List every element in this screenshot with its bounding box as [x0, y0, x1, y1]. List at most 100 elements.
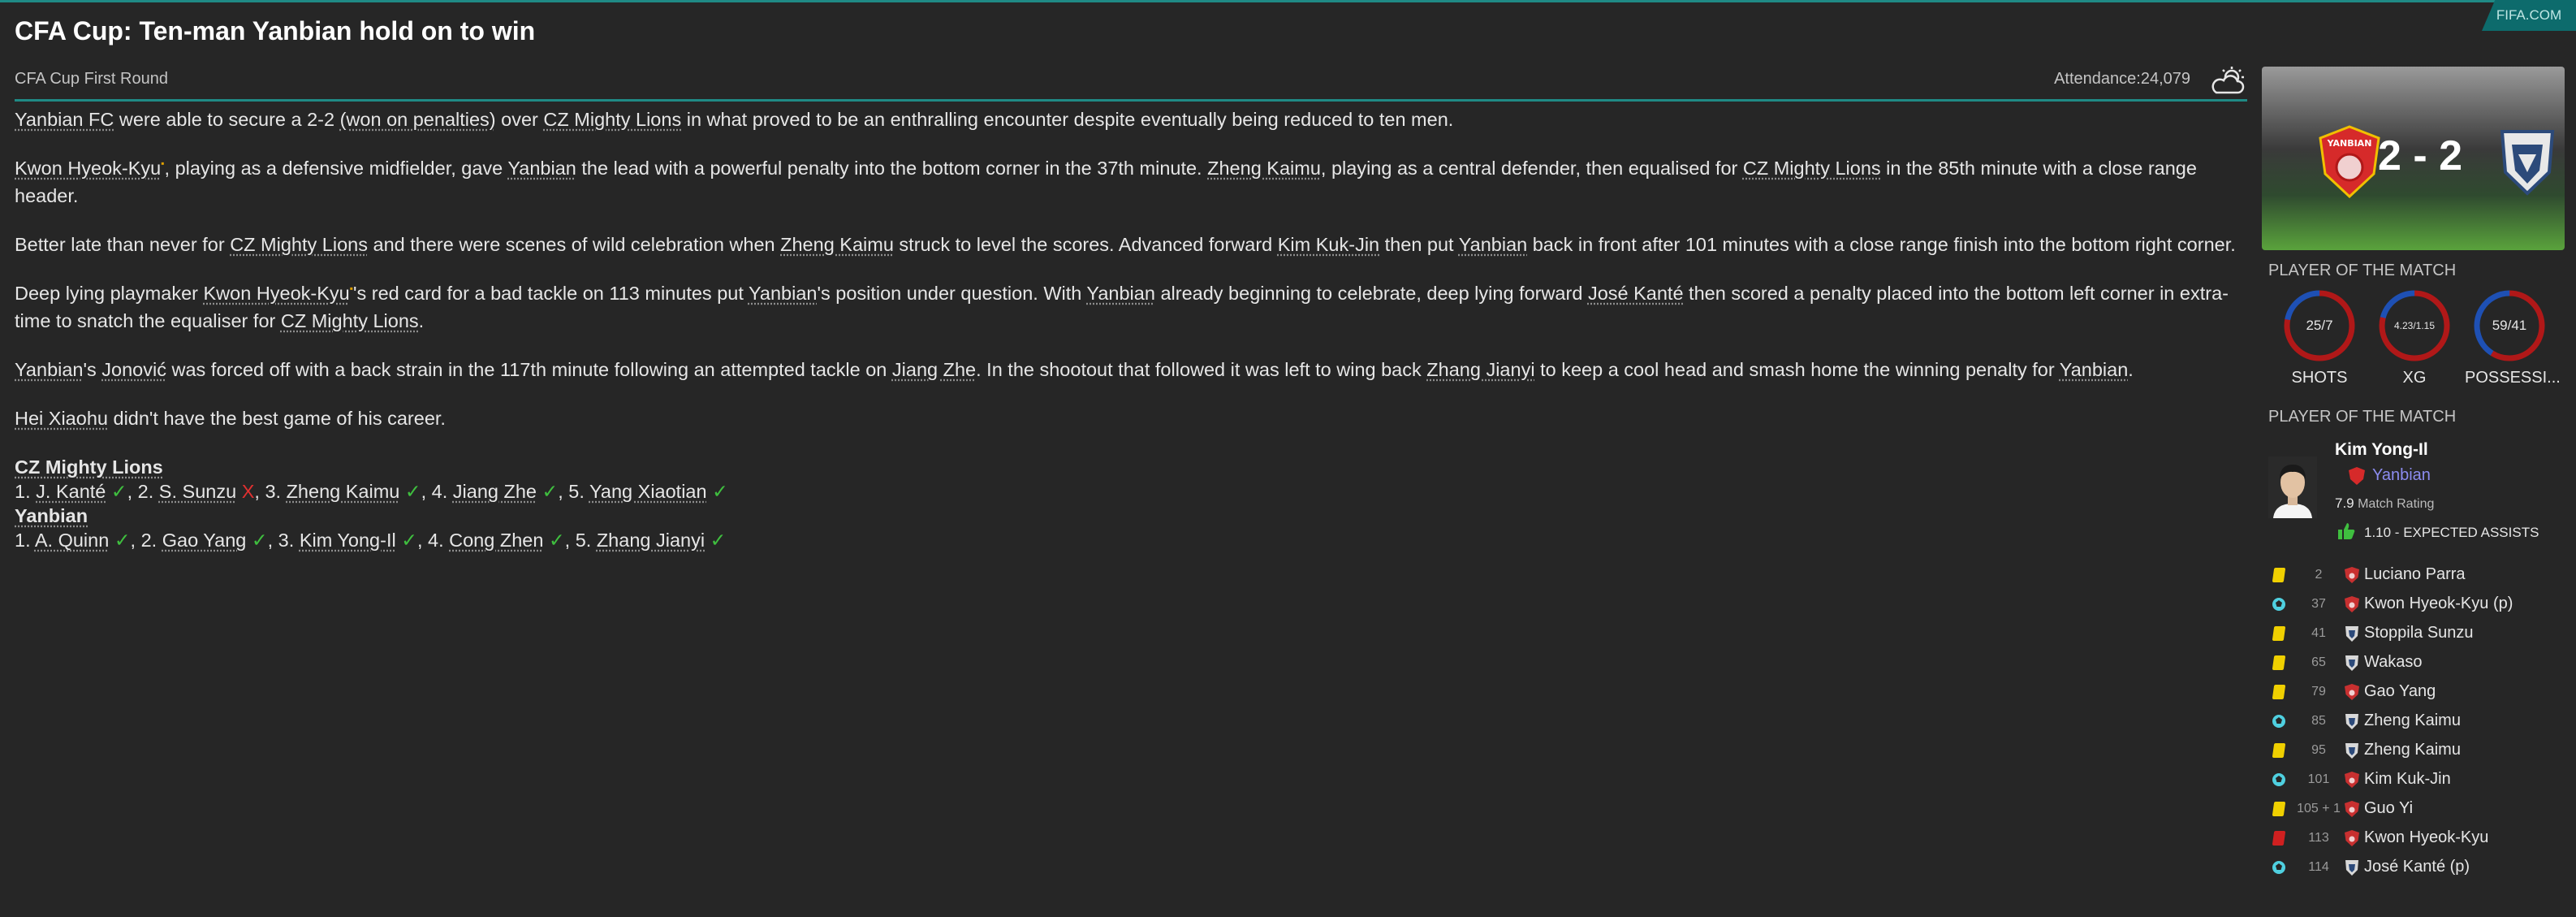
team-link[interactable]: CZ Mighty Lions [543, 109, 681, 130]
page-title: CFA Cup: Ten-man Yanbian hold on to win [15, 16, 536, 45]
player-link[interactable]: Kim Kuk-Jin [1278, 234, 1379, 255]
event-player[interactable]: Gao Yang [2364, 682, 2436, 701]
shootout-taker[interactable]: Zheng Kaimu [287, 481, 400, 502]
shootout-taker[interactable]: Zhang Jianyi [597, 530, 705, 551]
shootout-number: , 2. [130, 530, 162, 551]
event-player[interactable]: Kwon Hyeok-Kyu [2364, 828, 2488, 847]
shootout-taker[interactable]: J. Kanté [36, 481, 106, 502]
event-player[interactable]: Kwon Hyeok-Kyu (p) [2364, 595, 2513, 613]
fifa-link-tab[interactable]: FIFA.COM [2482, 0, 2576, 31]
team-link[interactable]: Yanbian [507, 158, 576, 179]
team-link[interactable]: CZ Mighty Lions [230, 234, 368, 255]
stats-heading: PLAYER OF THE MATCH [2268, 262, 2457, 279]
player-link[interactable]: José Kanté [1588, 283, 1684, 304]
event-minute: 85 [2311, 714, 2326, 728]
team-link[interactable]: Yanbian [2060, 359, 2129, 380]
stat-shots: 25/7 SHOTS [2275, 288, 2364, 387]
event-minute: 79 [2311, 685, 2326, 699]
report-text: . In the shootout that followed it was l… [976, 359, 1427, 380]
player-of-match-card[interactable]: Kim Yong-Il Yanbian 7.9 Match Rating 1.1… [2268, 432, 2561, 574]
shootout-taker[interactable]: A. Quinn [35, 530, 109, 551]
player-link[interactable]: Zhang Jianyi [1426, 359, 1534, 380]
shootout-taker[interactable]: Gao Yang [162, 530, 247, 551]
team-link[interactable]: Yanbian [1459, 234, 1528, 255]
goal-icon [2272, 772, 2286, 787]
report-text: Better late than never for [15, 234, 231, 255]
event-player[interactable]: Zheng Kaimu [2364, 741, 2461, 759]
stat-possession: 59/41 POSSESSI... [2465, 288, 2561, 387]
shootout-taker[interactable]: Cong Zhen [449, 530, 543, 551]
goal-icon [2272, 714, 2286, 729]
team-link[interactable]: Yanbian [15, 359, 84, 380]
player-link[interactable]: Zheng Kaimu [1207, 158, 1321, 179]
event-row[interactable]: 113 Kwon Hyeok-Kyu [2262, 824, 2565, 853]
shootout-line: 1. A. Quinn ✓, 2. Gao Yang ✓, 3. Kim Yon… [15, 528, 2247, 552]
event-row[interactable]: 95 Zheng Kaimu [2262, 736, 2565, 765]
yellow-card-icon [2272, 802, 2286, 816]
shootout-taker[interactable]: Kim Yong-Il [300, 530, 396, 551]
shootout-taker[interactable]: S. Sunzu [159, 481, 236, 502]
event-player[interactable]: Luciano Parra [2364, 565, 2466, 584]
shootout-taker[interactable]: Jiang Zhe [453, 481, 537, 502]
goal-icon [2272, 597, 2286, 612]
cz-mighty-lions-crest-icon [2343, 712, 2361, 731]
player-link[interactable]: Zheng Kaimu [780, 234, 894, 255]
event-row[interactable]: 114 José Kanté (p) [2262, 853, 2565, 882]
red-card-icon [2272, 831, 2286, 846]
event-player[interactable]: José Kanté (p) [2364, 858, 2470, 876]
team-link[interactable]: Yanbian [15, 505, 88, 526]
team-link[interactable]: CZ Mighty Lions [15, 456, 163, 478]
potm-team-name[interactable]: Yanbian [2372, 466, 2431, 485]
team-link[interactable]: Yanbian [749, 283, 818, 304]
report-text: , playing as a defensive midfielder, gav… [164, 158, 508, 179]
player-link[interactable]: Hei Xiaohu [15, 408, 108, 429]
scored-icon: ✓ [548, 530, 565, 551]
report-text: 's [83, 359, 102, 380]
stat-label: POSSESSI... [2465, 369, 2561, 387]
scored-icon: ✓ [114, 530, 131, 551]
attendance-info: Attendance:24,079 [2054, 70, 2190, 89]
event-player[interactable]: Zheng Kaimu [2364, 712, 2461, 730]
event-player[interactable]: Guo Yi [2364, 799, 2413, 818]
yanbian-crest-icon [2343, 828, 2361, 848]
event-row[interactable]: 101 Kim Kuk-Jin [2262, 765, 2565, 794]
report-paragraph: Yanbian's Jonović was forced off with a … [15, 357, 2247, 382]
shootout-taker[interactable]: Yang Xiaotian [589, 481, 707, 502]
event-row[interactable]: 85 Zheng Kaimu [2262, 707, 2565, 736]
event-row[interactable]: 37 Kwon Hyeok-Kyu (p) [2262, 590, 2565, 619]
event-row[interactable]: 79 Gao Yang [2262, 677, 2565, 707]
event-row[interactable]: 41 Stoppila Sunzu [2262, 619, 2565, 648]
stat-value: 59/41 [2492, 318, 2527, 333]
team-link[interactable]: CZ Mighty Lions [1743, 158, 1881, 179]
potm-player-name[interactable]: Kim Yong-Il [2335, 440, 2428, 460]
event-player[interactable]: Wakaso [2364, 653, 2423, 672]
report-paragraph: Yanbian FC were able to secure a 2-2 (wo… [15, 107, 2247, 132]
player-link[interactable]: Jiang Zhe [892, 359, 976, 380]
penalties-link[interactable]: (won on penalties) [340, 109, 496, 130]
event-minute: 37 [2311, 597, 2326, 611]
player-link[interactable]: Kwon Hyeok-Kyu [204, 283, 350, 304]
team-link[interactable]: Yanbian FC [15, 109, 114, 130]
player-link[interactable]: Kwon Hyeok-Kyu [15, 158, 161, 179]
shootout-number: 1. [15, 481, 37, 502]
event-player[interactable]: Stoppila Sunzu [2364, 624, 2474, 642]
event-row[interactable]: 105 + 1 Guo Yi [2262, 794, 2565, 824]
potm-rating-value: 7.9 [2335, 495, 2354, 511]
shootout-team-name: CZ Mighty Lions [15, 455, 2247, 479]
player-link[interactable]: Jonović [101, 359, 166, 380]
report-paragraph: Deep lying playmaker Kwon Hyeok-Kyu▪'s r… [15, 281, 2247, 333]
note-marker-icon: ▪ [161, 158, 165, 169]
team-link[interactable]: CZ Mighty Lions [281, 310, 419, 331]
report-text: . [2128, 359, 2134, 380]
crest-text: YANBIAN [2327, 138, 2372, 149]
stat-value: 4.23/1.15 [2393, 320, 2436, 331]
thumbs-up-icon [2338, 523, 2355, 539]
header-divider [15, 99, 2247, 102]
event-row[interactable]: 65 Wakaso [2262, 648, 2565, 677]
competition-label[interactable]: CFA Cup First Round [15, 70, 168, 89]
event-row[interactable]: 2 Luciano Parra [2262, 560, 2565, 590]
event-player[interactable]: Kim Kuk-Jin [2364, 770, 2451, 789]
scored-icon: ✓ [404, 481, 421, 502]
player-avatar [2268, 456, 2317, 518]
team-link[interactable]: Yanbian [1086, 283, 1155, 304]
